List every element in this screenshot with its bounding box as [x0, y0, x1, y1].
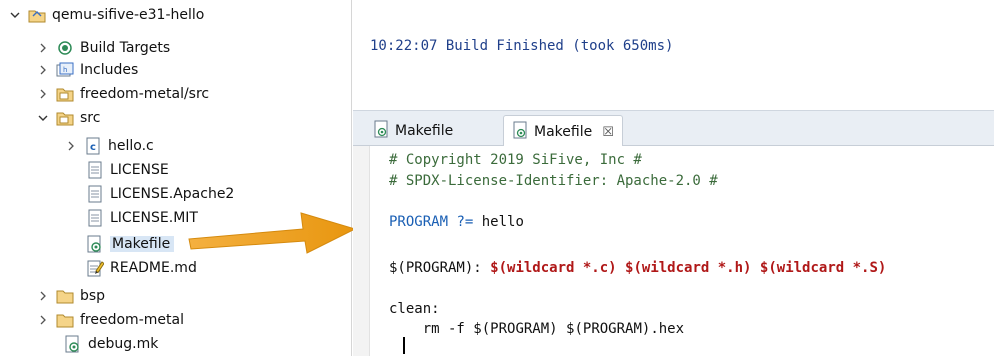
tree-item-label: src — [80, 110, 101, 126]
includes-icon: h — [56, 61, 74, 79]
tree-item-makefile[interactable]: Makefile — [86, 232, 175, 256]
tree-item-freedom-metal[interactable]: freedom-metal — [36, 308, 184, 332]
tab-label: Makefile — [395, 123, 454, 139]
makefile-icon — [373, 120, 389, 142]
text-file-icon — [86, 209, 104, 227]
console-output-line: 10:22:07 Build Finished (took 650ms) — [370, 38, 674, 54]
code-line: rm -f $(PROGRAM) $(PROGRAM).hex — [389, 319, 684, 339]
code-token: rm -f — [389, 321, 474, 337]
code-token: $(wildcard — [759, 260, 845, 276]
makefile-icon — [512, 121, 528, 143]
tree-item-debug-mk[interactable]: debug.mk — [64, 332, 158, 356]
tree-item-project[interactable]: qemu-sifive-e31-hello — [8, 3, 204, 27]
code-token: $(wildcard — [625, 260, 710, 276]
tree-item-label: bsp — [80, 288, 106, 304]
code-token: $(PROGRAM) — [389, 260, 474, 276]
console-view: 10:22:07 Build Finished (took 650ms) — [353, 0, 994, 108]
code-token: *.S) — [844, 260, 887, 276]
tree-item-includes[interactable]: h Includes — [36, 58, 138, 82]
text-editor[interactable]: # Copyright 2019 SiFive, Inc # # SPDX-Li… — [353, 146, 994, 356]
code-token: ?= — [448, 214, 474, 230]
tree-item-label: Build Targets — [80, 40, 171, 56]
tree-item-label: debug.mk — [88, 336, 159, 352]
chevron-down-icon[interactable] — [8, 8, 22, 22]
text-file-icon — [86, 161, 104, 179]
chevron-right-icon[interactable] — [36, 87, 50, 101]
source-folder-icon — [56, 109, 74, 127]
code-line: # SPDX-License-Identifier: Apache-2.0 # — [389, 173, 718, 189]
code-token: $(PROGRAM) — [473, 321, 558, 337]
code-token: PROGRAM — [389, 214, 449, 230]
makefile-icon — [64, 335, 82, 353]
editor-ruler — [353, 146, 370, 356]
close-icon[interactable]: ☒ — [602, 125, 614, 140]
code-token: .hex — [650, 321, 685, 337]
tree-item-label: Includes — [80, 62, 139, 78]
chevron-down-icon[interactable] — [36, 111, 50, 125]
tree-item-license-apache2[interactable]: LICENSE.Apache2 — [86, 182, 234, 206]
project-explorer: qemu-sifive-e31-hello Build Targets h In… — [0, 0, 352, 356]
code-line: $(PROGRAM): $(wildcard *.c) $(wildcard *… — [389, 258, 886, 278]
folder-icon — [56, 287, 74, 305]
code-token: $(wildcard — [490, 260, 575, 276]
folder-icon — [56, 311, 74, 329]
markdown-file-icon — [86, 259, 104, 277]
tree-item-label: freedom-metal/src — [80, 86, 210, 102]
tree-item-label: LICENSE.Apache2 — [110, 186, 235, 202]
tree-item-label: freedom-metal — [80, 312, 184, 328]
code-token: : — [473, 260, 491, 276]
text-file-icon — [86, 185, 104, 203]
code-line: clean: — [389, 301, 440, 317]
chevron-right-icon[interactable] — [36, 41, 50, 55]
tree-item-bsp[interactable]: bsp — [36, 284, 105, 308]
source-folder-icon — [56, 85, 74, 103]
tab-makefile[interactable]: Makefile — [365, 115, 461, 147]
svg-text:c: c — [90, 142, 96, 153]
tree-item-label: LICENSE — [110, 162, 169, 178]
build-targets-icon — [56, 39, 74, 57]
project-folder-icon — [28, 6, 46, 24]
tree-item-label: qemu-sifive-e31-hello — [52, 7, 205, 23]
code-token: *.c) — [574, 260, 626, 276]
tab-label: Makefile — [534, 124, 593, 140]
tree-item-label: Makefile — [110, 236, 175, 252]
tree-item-label: README.md — [110, 260, 197, 276]
text-cursor — [403, 337, 405, 354]
chevron-right-icon[interactable] — [36, 313, 50, 327]
code-token: hello — [473, 214, 524, 230]
tree-item-readme[interactable]: README.md — [86, 256, 197, 280]
chevron-right-icon[interactable] — [64, 139, 78, 153]
tab-makefile-active[interactable]: Makefile ☒ — [503, 115, 623, 148]
makefile-icon — [86, 235, 104, 253]
tree-item-hello-c[interactable]: c hello.c — [64, 134, 154, 158]
code-line: # Copyright 2019 SiFive, Inc # — [389, 152, 642, 168]
tree-item-src[interactable]: src — [36, 106, 100, 130]
tree-item-license-mit[interactable]: LICENSE.MIT — [86, 206, 198, 230]
tree-item-license[interactable]: LICENSE — [86, 158, 169, 182]
tree-item-build-targets[interactable]: Build Targets — [36, 36, 170, 60]
code-line: PROGRAM ?= hello — [389, 212, 524, 232]
svg-text:h: h — [63, 66, 67, 74]
tree-item-freedom-metal-src[interactable]: freedom-metal/src — [36, 82, 209, 106]
chevron-right-icon[interactable] — [36, 289, 50, 303]
chevron-right-icon[interactable] — [36, 63, 50, 77]
annotation-arrow-icon — [188, 212, 357, 254]
c-file-icon: c — [84, 137, 102, 155]
code-token: $(PROGRAM) — [566, 321, 651, 337]
tree-item-label: hello.c — [108, 138, 154, 154]
editor-tab-bar: Makefile Makefile ☒ — [353, 110, 994, 148]
code-token: *.h) — [709, 260, 760, 276]
